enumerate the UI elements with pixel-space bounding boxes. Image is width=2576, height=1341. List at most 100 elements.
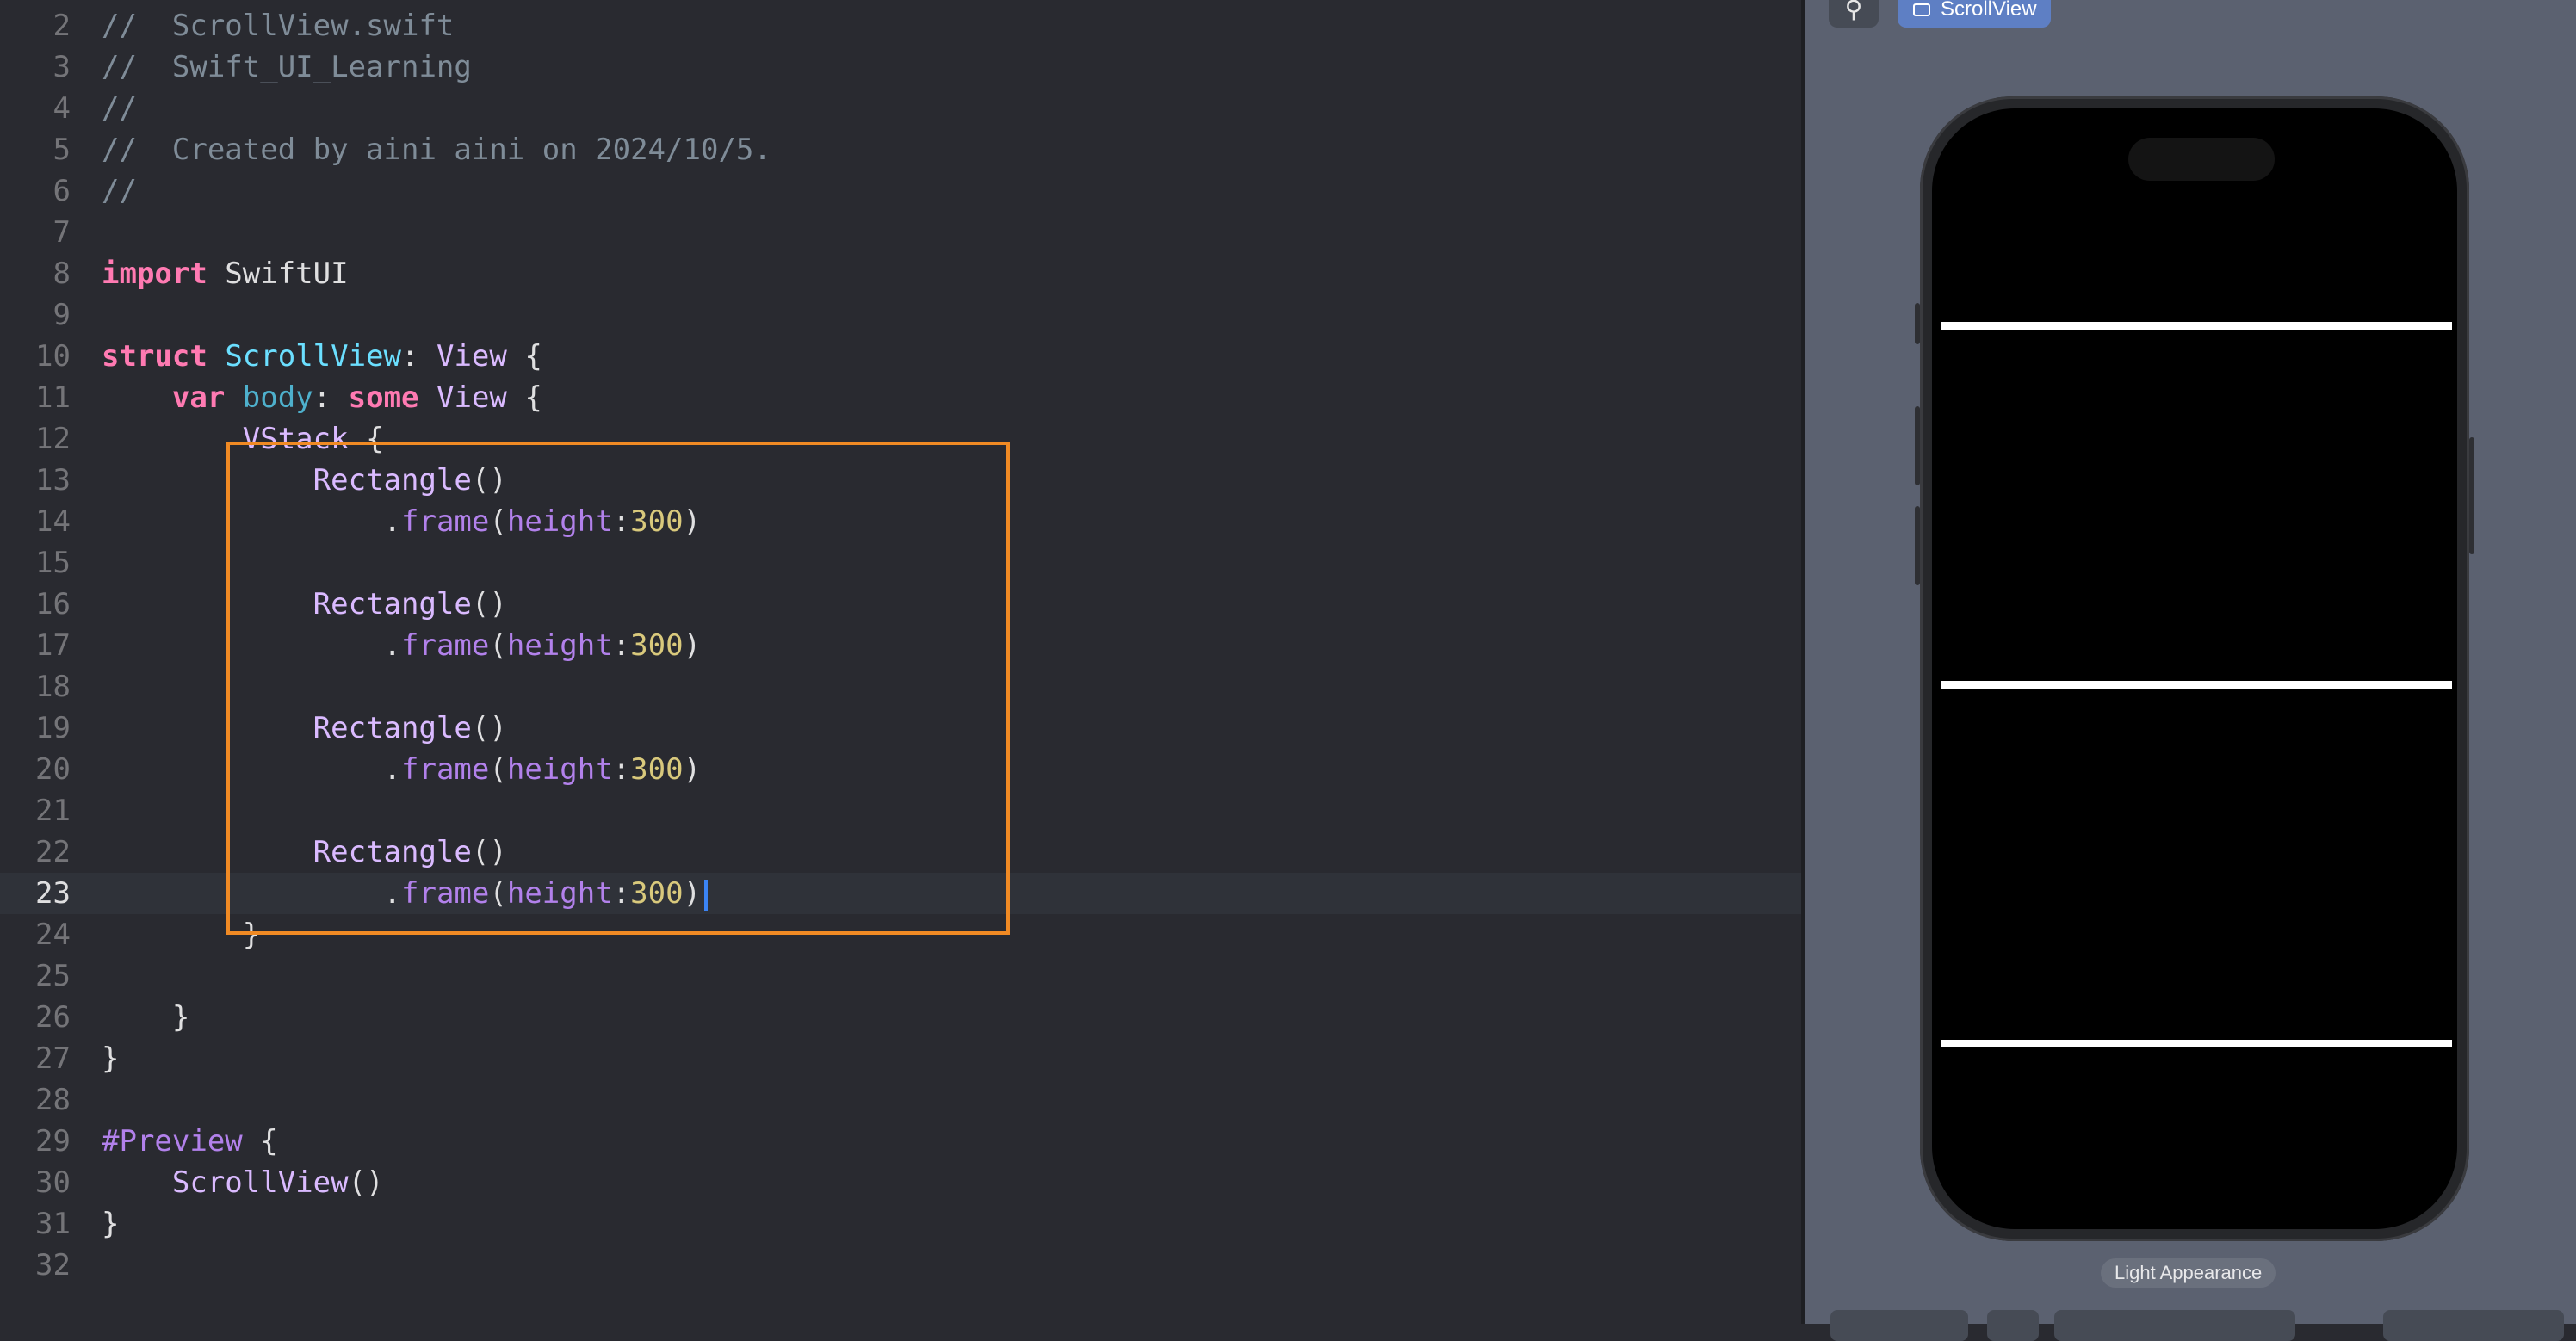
preview-zoom-control[interactable]	[2383, 1310, 2564, 1341]
volume-up-button	[1915, 406, 1920, 485]
code-text[interactable]: }	[102, 1203, 119, 1245]
line-number: 18	[35, 670, 71, 704]
code-text[interactable]: //	[102, 170, 137, 212]
code-line[interactable]: 31}	[0, 1203, 1801, 1245]
code-text[interactable]: }	[102, 1038, 119, 1079]
rectangle-gap-divider	[1941, 1040, 2452, 1047]
code-text[interactable]: // Created by aini aini on 2024/10/5.	[102, 129, 771, 170]
device-frame	[1915, 96, 2474, 1241]
code-line[interactable]: 9	[0, 294, 1801, 336]
code-line[interactable]: 10 struct ScrollView: View {	[0, 336, 1801, 377]
code-line[interactable]: 29 #Preview {	[0, 1121, 1801, 1162]
preview-mode-control[interactable]	[1830, 1310, 1968, 1341]
code-token: var	[171, 380, 226, 415]
line-number: 17	[35, 628, 71, 663]
preview-canvas[interactable]: ⚲ ScrollView Light Appearance	[1801, 0, 2576, 1341]
code-line[interactable]: 8 import SwiftUI	[0, 253, 1801, 294]
code-line[interactable]: 7	[0, 212, 1801, 253]
pin-icon: ⚲	[1844, 0, 1863, 23]
code-text[interactable]: //	[102, 88, 137, 129]
power-button	[2469, 437, 2474, 554]
window-icon	[1913, 3, 1930, 16]
code-token: {	[242, 1124, 278, 1159]
line-number: 31	[35, 1207, 71, 1241]
preview-tab-scrollview[interactable]: ScrollView	[1898, 0, 2051, 28]
code-line[interactable]: 30 ScrollView()	[0, 1162, 1801, 1203]
line-number: 20	[35, 752, 71, 787]
device-screen[interactable]	[1932, 108, 2457, 1229]
code-line[interactable]: 5 // Created by aini aini on 2024/10/5.	[0, 129, 1801, 170]
code-editor[interactable]: 2 // ScrollView.swift 3 // Swift_UI_Learnin…	[0, 0, 1801, 1324]
code-token: ScrollView	[225, 339, 402, 374]
selection-highlight-box	[226, 442, 1010, 935]
preview-control[interactable]	[1987, 1310, 2039, 1341]
code-token: struct	[102, 339, 207, 374]
line-number: 23	[35, 876, 71, 911]
code-line[interactable]: 11 var body: some View {	[0, 377, 1801, 418]
code-line[interactable]: 25	[0, 955, 1801, 997]
line-number: 28	[35, 1083, 71, 1117]
code-line[interactable]: 3 // Swift_UI_Learning	[0, 46, 1801, 88]
line-number: 29	[35, 1124, 71, 1159]
code-token: // ScrollView.swift	[102, 9, 455, 43]
code-token: {	[506, 339, 542, 374]
code-token: }	[102, 1207, 120, 1241]
line-number: 9	[53, 298, 71, 332]
code-token: ()	[348, 1165, 384, 1200]
code-line[interactable]: 2 // ScrollView.swift	[0, 5, 1801, 46]
line-number: 22	[35, 835, 71, 869]
pin-preview-button[interactable]: ⚲	[1829, 0, 1879, 28]
code-token: ScrollView	[171, 1165, 349, 1200]
code-line[interactable]: 28	[0, 1079, 1801, 1121]
line-number: 12	[35, 422, 71, 456]
code-token: }	[102, 1041, 120, 1076]
code-token: SwiftUI	[207, 256, 349, 291]
code-line[interactable]: 26 }	[0, 997, 1801, 1038]
code-token: }	[102, 1000, 190, 1035]
code-token: body	[242, 380, 313, 415]
line-number: 16	[35, 587, 71, 621]
line-number: 7	[53, 215, 71, 250]
code-text[interactable]: var body: some View {	[102, 377, 542, 418]
code-text[interactable]: }	[102, 997, 189, 1038]
line-number: 24	[35, 918, 71, 952]
code-text[interactable]: import SwiftUI	[102, 253, 349, 294]
code-text[interactable]: // Swift_UI_Learning	[102, 46, 472, 88]
code-text[interactable]: struct ScrollView: View {	[102, 336, 542, 377]
appearance-label: Light Appearance	[2101, 1258, 2276, 1288]
code-line[interactable]: 32	[0, 1245, 1801, 1286]
code-token: //	[102, 174, 137, 208]
code-token: View	[437, 380, 507, 415]
preview-variants-control[interactable]	[2054, 1310, 2295, 1341]
line-number: 19	[35, 711, 71, 745]
line-number: 13	[35, 463, 71, 497]
code-token: import	[102, 256, 207, 291]
preview-tab-label: ScrollView	[1941, 0, 2037, 21]
rectangle-gap-divider	[1941, 681, 2452, 689]
code-text[interactable]: // ScrollView.swift	[102, 5, 454, 46]
line-number: 2	[53, 9, 71, 43]
code-line[interactable]: 6 //	[0, 170, 1801, 212]
line-number: 14	[35, 504, 71, 539]
code-token: // Swift_UI_Learning	[102, 50, 472, 84]
line-number: 26	[35, 1000, 71, 1035]
code-line[interactable]: 27}	[0, 1038, 1801, 1079]
code-token: {	[506, 380, 542, 415]
line-number: 11	[35, 380, 71, 415]
line-number: 32	[35, 1248, 71, 1282]
line-number: 5	[53, 133, 71, 167]
code-token: :	[401, 339, 437, 374]
code-token: #Preview	[102, 1124, 243, 1159]
code-token: some	[348, 380, 419, 415]
code-line[interactable]: 4 //	[0, 88, 1801, 129]
line-number: 27	[35, 1041, 71, 1076]
line-number: 10	[35, 339, 71, 374]
code-text[interactable]: #Preview {	[102, 1121, 278, 1162]
code-token: // Created by aini aini on 2024/10/5.	[102, 133, 771, 167]
code-text[interactable]: ScrollView()	[102, 1162, 384, 1203]
